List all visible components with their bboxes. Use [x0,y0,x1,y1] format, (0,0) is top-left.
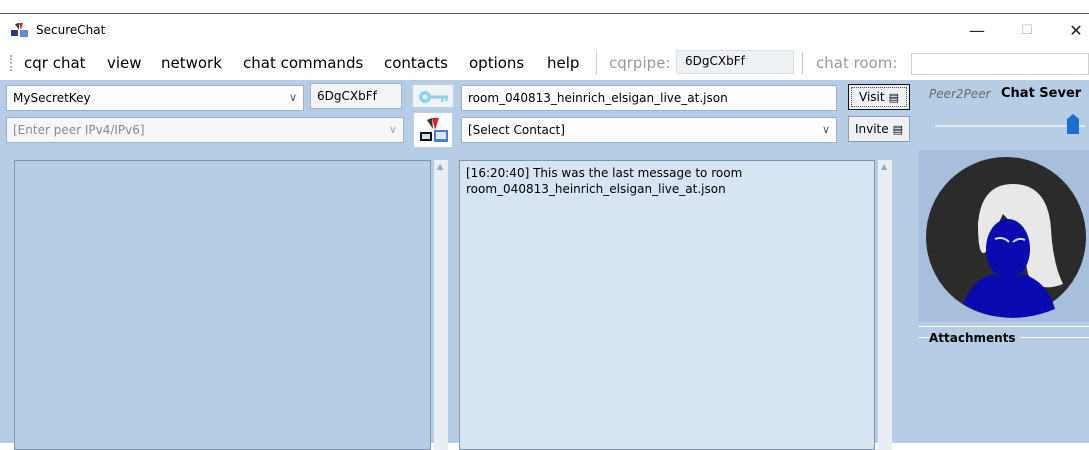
menu-separator-2 [802,52,803,74]
invite-button[interactable]: Invite ▤ [848,116,910,142]
cqrpipe-field[interactable]: 6DgCXbFf [676,50,794,74]
key-icon [419,91,448,103]
database-icon: ▤ [888,90,899,104]
attachments-label: Attachments [929,331,1020,345]
visit-button[interactable]: Visit ▤ [848,84,910,110]
menu-cqr-chat[interactable]: cqr chat [24,54,86,72]
contact-combo[interactable]: [Select Contact] ∨ [461,117,837,143]
maximize-icon: ☐ [1021,22,1033,38]
key-button[interactable] [412,84,454,108]
chevron-down-icon: ∨ [288,91,297,104]
peer-address-placeholder: [Enter peer IPv4/IPv6] [13,123,145,137]
visit-label: Visit [859,90,885,104]
connect-button[interactable] [413,112,453,148]
mode-slider-track[interactable] [935,125,1085,127]
mode-switch-panel: Peer2Peer Chat Sever [919,85,1089,145]
avatar-panel [919,150,1089,322]
avatar [926,157,1086,318]
close-button[interactable]: ✕ [1054,14,1089,46]
scroll-up-icon: ▲ [881,162,888,171]
chat-room-label: chat room: [816,54,898,72]
chat-room-field[interactable] [911,53,1089,75]
menu-network[interactable]: network [161,54,222,72]
mode-peer2peer-label[interactable]: Peer2Peer [929,87,991,101]
key-hash-field[interactable]: 6DgCXbFf [310,83,402,109]
menu-view[interactable]: view [107,54,142,72]
menu-contacts[interactable]: contacts [384,54,448,72]
secret-key-combo[interactable]: MySecretKey ∨ [6,85,304,111]
menu-grip [10,55,12,71]
contact-value: [Select Contact] [468,123,565,137]
menu-separator [596,52,597,74]
chevron-down-icon: ∨ [821,123,830,136]
peer-address-combo[interactable]: [Enter peer IPv4/IPv6] ∨ [6,117,404,143]
menu-bar: cqr chat view network chat commands cont… [0,48,1089,78]
peer-list-scrollbar[interactable]: ▲ [434,160,448,450]
securechat-app-icon [11,23,28,37]
window-title: SecureChat [36,23,106,37]
invite-label: Invite [854,122,889,136]
database-icon: ▤ [892,122,904,136]
message-text: [16:20:40] This was the last message to … [466,166,743,196]
message-pane[interactable]: [16:20:40] This was the last message to … [459,160,875,450]
chevron-down-icon: ∨ [388,123,397,136]
close-icon: ✕ [1069,20,1083,40]
menu-help[interactable]: help [547,54,579,72]
scroll-up-icon: ▲ [437,162,444,171]
room-file-field[interactable]: room_040813_heinrich_elsigan_live_at.jso… [461,85,837,111]
message-scrollbar[interactable]: ▲ [878,160,892,450]
attachments-panel: Attachments [919,326,1089,443]
minimize-icon: — [969,20,985,40]
maximize-button[interactable]: ☐ [1005,14,1049,46]
cqrpipe-label: cqrpipe: [609,54,671,72]
minimize-button[interactable]: — [955,14,999,46]
mode-slider-thumb[interactable] [1067,114,1079,134]
secret-key-value: MySecretKey [13,91,91,105]
menu-options[interactable]: options [469,54,524,72]
network-connect-icon [420,118,448,142]
peer-list-pane[interactable] [14,160,431,450]
title-bar: SecureChat — ☐ ✕ [0,14,1089,46]
mode-chat-server-label[interactable]: Chat Sever [1001,86,1081,101]
menu-chat-commands[interactable]: chat commands [243,54,363,72]
